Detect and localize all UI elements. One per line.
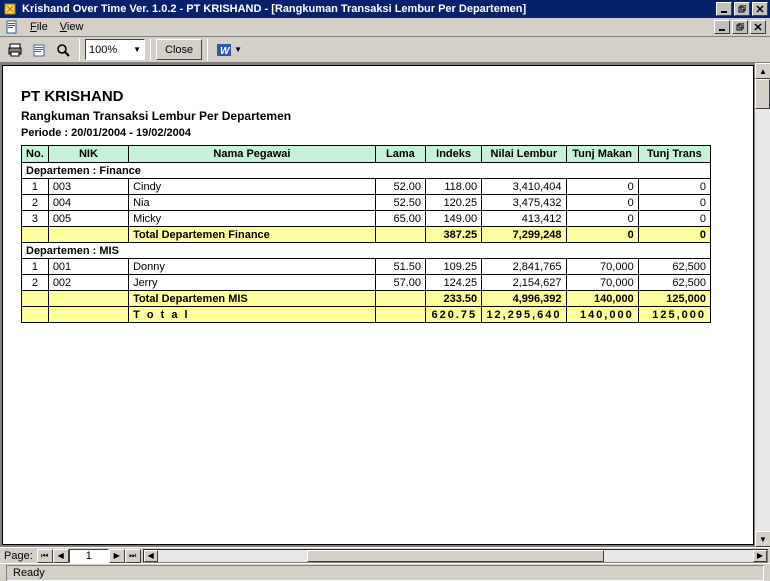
table-row: 2002Jerry57.00124.252,154,62770,00062,50…: [22, 275, 711, 291]
toolbar-separator: [207, 39, 208, 61]
zoom-icon-button[interactable]: [52, 39, 74, 61]
report-page: PT KRISHAND Rangkuman Transaksi Lembur P…: [2, 65, 754, 545]
status-bar: Ready: [0, 563, 770, 581]
status-text: Ready: [6, 565, 764, 581]
zoom-value: 100%: [89, 44, 117, 56]
vertical-scrollbar[interactable]: ▲ ▼: [754, 63, 770, 547]
menu-bar: File View: [0, 18, 770, 37]
menu-file[interactable]: File: [24, 19, 54, 35]
window-buttons: [716, 2, 768, 16]
svg-text:W: W: [220, 46, 231, 57]
scroll-left-button[interactable]: ◀: [144, 550, 158, 562]
grand-total-row: T o t a l620.7512,295,640140,000125,000: [22, 307, 711, 323]
prev-page-button[interactable]: ◀: [53, 549, 69, 563]
mdi-close-button[interactable]: [750, 20, 766, 34]
table-row: 2004Nia52.50120.253,475,43200: [22, 195, 711, 211]
col-name: Nama Pegawai: [129, 146, 376, 163]
scroll-track[interactable]: [755, 79, 770, 531]
toolbar-separator: [150, 39, 151, 61]
page-label: Page:: [0, 550, 37, 562]
table-header-row: No. NIK Nama Pegawai Lama Indeks Nilai L…: [22, 146, 711, 163]
close-report-button[interactable]: Close: [156, 39, 202, 60]
col-tunj-trans: Tunj Trans: [638, 146, 710, 163]
table-row: 1003Cindy52.00118.003,410,40400: [22, 179, 711, 195]
horizontal-scrollbar[interactable]: ◀ ▶: [143, 549, 768, 563]
col-indeks: Indeks: [426, 146, 482, 163]
table-row: 1001Donny51.50109.252,841,76570,00062,50…: [22, 259, 711, 275]
close-window-button[interactable]: [752, 2, 768, 16]
document-icon: [4, 19, 20, 35]
col-no: No.: [22, 146, 49, 163]
minimize-button[interactable]: [716, 2, 732, 16]
close-label: Close: [165, 44, 193, 56]
report-table: No. NIK Nama Pegawai Lama Indeks Nilai L…: [21, 145, 711, 323]
menu-view[interactable]: View: [54, 19, 90, 35]
zoom-select[interactable]: 100% ▼: [85, 39, 145, 60]
mdi-minimize-button[interactable]: [714, 20, 730, 34]
first-page-button[interactable]: ⏮: [37, 549, 53, 563]
hscroll-thumb[interactable]: [307, 550, 605, 562]
open-button[interactable]: [28, 39, 50, 61]
page-number-input[interactable]: 1: [69, 549, 109, 563]
dropdown-icon: ▼: [234, 45, 242, 54]
report-title: Rangkuman Transaksi Lembur Per Departeme…: [21, 109, 735, 123]
export-word-button[interactable]: W ▼: [213, 39, 245, 61]
page-navigation: Page: ⏮ ◀ 1 ▶ ⏭ ◀ ▶: [0, 547, 770, 563]
scroll-thumb[interactable]: [755, 79, 770, 109]
toolbar-separator: [79, 39, 80, 61]
report-period: Periode : 20/01/2004 - 19/02/2004: [21, 127, 735, 139]
department-header: Departemen : Finance: [22, 163, 711, 179]
subtotal-row: Total Departemen MIS233.504,996,392140,0…: [22, 291, 711, 307]
app-icon: [2, 1, 18, 17]
col-nilai: Nilai Lembur: [482, 146, 566, 163]
department-header: Departemen : MIS: [22, 243, 711, 259]
mdi-restore-button[interactable]: [732, 20, 748, 34]
company-name: PT KRISHAND: [21, 88, 735, 105]
document-area: PT KRISHAND Rangkuman Transaksi Lembur P…: [0, 63, 770, 547]
last-page-button[interactable]: ⏭: [125, 549, 141, 563]
restore-button[interactable]: [734, 2, 750, 16]
scroll-right-button[interactable]: ▶: [753, 550, 767, 562]
title-bar: Krishand Over Time Ver. 1.0.2 - PT KRISH…: [0, 0, 770, 18]
scroll-up-button[interactable]: ▲: [755, 63, 770, 79]
scroll-down-button[interactable]: ▼: [755, 531, 770, 547]
table-row: 3005Micky65.00149.00413,41200: [22, 211, 711, 227]
col-lama: Lama: [375, 146, 425, 163]
window-title: Krishand Over Time Ver. 1.0.2 - PT KRISH…: [20, 3, 716, 15]
col-tunj-makan: Tunj Makan: [566, 146, 638, 163]
col-nik: NIK: [48, 146, 128, 163]
subtotal-row: Total Departemen Finance387.257,299,2480…: [22, 227, 711, 243]
next-page-button[interactable]: ▶: [109, 549, 125, 563]
dropdown-icon: ▼: [133, 45, 141, 54]
toolbar: 100% ▼ Close W ▼: [0, 37, 770, 63]
print-button[interactable]: [4, 39, 26, 61]
